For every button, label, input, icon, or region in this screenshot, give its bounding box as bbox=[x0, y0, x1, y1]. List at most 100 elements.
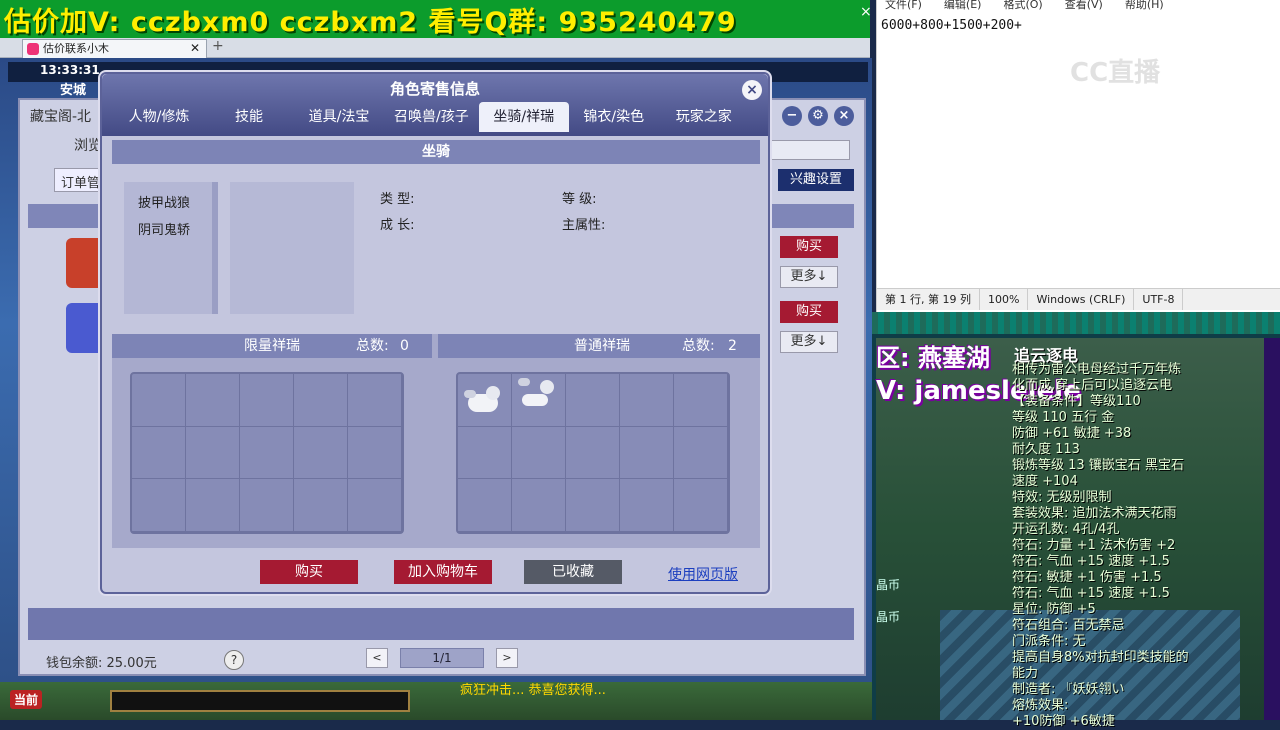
mount-item[interactable]: 阴司鬼轿 bbox=[124, 215, 212, 242]
grid-slot[interactable] bbox=[294, 479, 348, 532]
grid-slot[interactable] bbox=[566, 374, 620, 427]
grid-slot[interactable] bbox=[620, 374, 674, 427]
grid-slot[interactable] bbox=[186, 479, 240, 532]
tab-outfits[interactable]: 锦衣/染色 bbox=[569, 102, 659, 132]
item-line: 速度 +104 bbox=[1012, 474, 1078, 489]
next-page-button[interactable]: > bbox=[496, 648, 518, 668]
favicon-icon bbox=[27, 43, 39, 55]
menu-edit[interactable]: 编辑(E) bbox=[944, 0, 982, 14]
interest-settings-button[interactable]: 兴趣设置 bbox=[778, 169, 854, 191]
grid-slot[interactable] bbox=[458, 374, 512, 427]
limited-title: 限量祥瑞 bbox=[244, 338, 300, 354]
grid-slot[interactable] bbox=[132, 479, 186, 532]
buy-button[interactable]: 购买 bbox=[780, 301, 838, 323]
grid-slot[interactable] bbox=[348, 479, 402, 532]
close-icon[interactable]: × bbox=[860, 4, 872, 20]
xiangrui-pet-icon bbox=[464, 384, 504, 416]
grid-slot[interactable] bbox=[240, 479, 294, 532]
prev-page-button[interactable]: < bbox=[366, 648, 388, 668]
search-input[interactable] bbox=[760, 140, 850, 160]
item-line: 熔炼效果: bbox=[1012, 698, 1069, 713]
item-line: 锻炼等级 13 镶嵌宝石 黑宝石 bbox=[1012, 458, 1184, 473]
grid-slot[interactable] bbox=[186, 426, 240, 480]
add-to-cart-button[interactable]: 加入购物车 bbox=[394, 560, 492, 584]
dialog-header: 角色寄售信息 × 人物/修炼 技能 道具/法宝 召唤兽/孩子 坐骑/祥瑞 锦衣/… bbox=[102, 74, 768, 136]
grid-slot[interactable] bbox=[132, 426, 186, 480]
menu-help[interactable]: 帮助(H) bbox=[1125, 0, 1164, 14]
grid-slot[interactable] bbox=[294, 374, 348, 427]
wallet-balance: 钱包余额: 25.00元 bbox=[46, 656, 157, 671]
tab-character[interactable]: 人物/修炼 bbox=[114, 102, 204, 132]
overlay-coin-label: 晶币 bbox=[876, 578, 901, 592]
browser-tab[interactable]: 估价联系小木 ✕ bbox=[22, 39, 207, 58]
item-line: 符石: 敏捷 +1 伤害 +1.5 bbox=[1012, 570, 1162, 585]
grid-slot[interactable] bbox=[512, 374, 566, 427]
grid-slot[interactable] bbox=[348, 426, 402, 480]
item-line: 开运孔数: 4孔/4孔 bbox=[1012, 522, 1120, 537]
overlay-frame bbox=[872, 312, 1280, 334]
menu-format[interactable]: 格式(O) bbox=[1003, 0, 1042, 14]
normal-count-label: 总数: bbox=[682, 338, 715, 354]
cbg-window-controls: − ⚙ × bbox=[782, 106, 854, 126]
grid-slot[interactable] bbox=[674, 479, 728, 532]
item-line: 提高自身8%对抗封印类技能的 bbox=[1012, 650, 1189, 665]
gear-icon[interactable]: ⚙ bbox=[808, 106, 828, 126]
grid-slot[interactable] bbox=[620, 479, 674, 532]
overlay-side-strip bbox=[1264, 338, 1280, 720]
tab-skills[interactable]: 技能 bbox=[204, 102, 294, 132]
browse-label[interactable]: 浏览 bbox=[74, 135, 102, 155]
grid-slot[interactable] bbox=[512, 426, 566, 480]
grid-slot[interactable] bbox=[132, 374, 186, 427]
browser-tab-title: 估价联系小木 bbox=[43, 42, 109, 55]
overlay-server: 区: 燕塞湖 bbox=[876, 344, 990, 372]
favorited-button[interactable]: 已收藏 bbox=[524, 560, 622, 584]
web-version-link[interactable]: 使用网页版 bbox=[668, 564, 738, 584]
tab-close-icon[interactable]: ✕ bbox=[190, 40, 200, 57]
mount-item[interactable]: 披甲战狼 bbox=[124, 188, 212, 215]
grid-slot[interactable] bbox=[512, 479, 566, 532]
menu-file[interactable]: 文件(F) bbox=[885, 0, 922, 14]
grid-slot[interactable] bbox=[240, 426, 294, 480]
avatar[interactable] bbox=[66, 303, 104, 353]
main-attr-label: 主属性: bbox=[562, 218, 606, 233]
more-button[interactable]: 更多↓ bbox=[780, 331, 838, 353]
grid-slot[interactable] bbox=[186, 374, 240, 427]
chat-channel-button[interactable]: 当前 bbox=[10, 690, 43, 709]
normal-grid bbox=[456, 372, 730, 534]
chat-input[interactable] bbox=[110, 690, 410, 712]
grid-slot[interactable] bbox=[566, 479, 620, 532]
buy-button[interactable]: 购买 bbox=[780, 236, 838, 258]
type-label: 类 型: bbox=[380, 192, 415, 207]
grid-slot[interactable] bbox=[348, 374, 402, 427]
more-button[interactable]: 更多↓ bbox=[780, 266, 838, 288]
notepad-text[interactable]: 6000+800+1500+200+ bbox=[877, 14, 1280, 37]
grid-slot[interactable] bbox=[240, 374, 294, 427]
buy-button[interactable]: 购买 bbox=[260, 560, 358, 584]
tab-summons[interactable]: 召唤兽/孩子 bbox=[384, 102, 479, 132]
grid-slot[interactable] bbox=[458, 479, 512, 532]
tab-home[interactable]: 玩家之家 bbox=[659, 102, 749, 132]
new-tab-icon[interactable]: + bbox=[212, 38, 224, 54]
avatar[interactable] bbox=[66, 238, 104, 288]
grid-slot[interactable] bbox=[674, 374, 728, 427]
grid-slot[interactable] bbox=[620, 426, 674, 480]
item-line: 符石: 力量 +1 法术伤害 +2 bbox=[1012, 538, 1176, 553]
item-line: 符石: 气血 +15 速度 +1.5 bbox=[1012, 586, 1170, 601]
grid-slot[interactable] bbox=[674, 426, 728, 480]
tab-mounts[interactable]: 坐骑/祥瑞 bbox=[478, 102, 569, 132]
grid-slot[interactable] bbox=[294, 426, 348, 480]
dialog-close-icon[interactable]: × bbox=[742, 80, 762, 100]
item-line: 星位: 防御 +5 bbox=[1012, 602, 1096, 617]
xiangrui-section: 限量祥瑞 总数: 0 普通祥瑞 总数: 2 bbox=[112, 334, 760, 548]
pagination: < 1/1 > bbox=[366, 648, 518, 668]
tab-items[interactable]: 道具/法宝 bbox=[294, 102, 384, 132]
page-indicator: 1/1 bbox=[400, 648, 484, 668]
close-icon[interactable]: × bbox=[834, 106, 854, 126]
minimize-icon[interactable]: − bbox=[782, 106, 802, 126]
help-icon[interactable]: ? bbox=[224, 650, 244, 670]
xiangrui-pet-icon bbox=[518, 378, 558, 410]
menu-view[interactable]: 查看(V) bbox=[1065, 0, 1103, 14]
game-scroll-text: 疯狂冲击... 恭喜您获得... bbox=[460, 683, 606, 698]
grid-slot[interactable] bbox=[566, 426, 620, 480]
grid-slot[interactable] bbox=[458, 426, 512, 480]
